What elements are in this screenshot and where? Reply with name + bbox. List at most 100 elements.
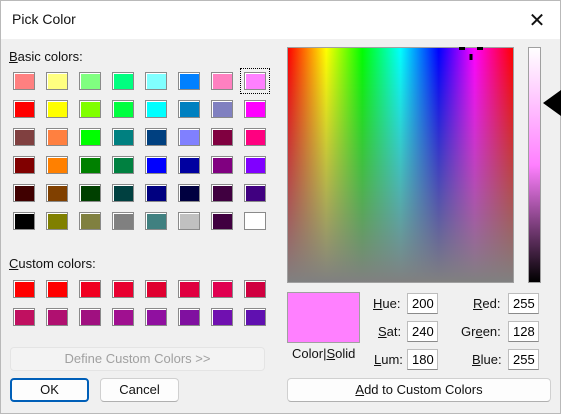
red-field[interactable]: 255 xyxy=(508,293,539,314)
basic-color-swatch[interactable] xyxy=(178,72,200,90)
basic-color-swatch[interactable] xyxy=(244,212,266,230)
basic-color-swatch[interactable] xyxy=(13,100,35,118)
hue-field[interactable]: 200 xyxy=(407,293,438,314)
crosshair-icon xyxy=(459,47,483,60)
color-solid-hotkey: S xyxy=(326,346,336,361)
custom-color-swatch[interactable] xyxy=(244,280,266,298)
window-title: Pick Color xyxy=(12,11,76,27)
basic-color-swatch[interactable] xyxy=(145,156,167,174)
basic-color-swatch[interactable] xyxy=(211,72,233,90)
basic-color-swatch[interactable] xyxy=(112,156,134,174)
custom-color-swatch[interactable] xyxy=(46,308,68,326)
custom-color-swatch[interactable] xyxy=(145,308,167,326)
basic-color-swatch[interactable] xyxy=(211,156,233,174)
basic-color-swatch[interactable] xyxy=(46,156,68,174)
basic-colors-label: Basic colors: xyxy=(9,49,83,64)
basic-color-swatch[interactable] xyxy=(46,128,68,146)
basic-color-swatch[interactable] xyxy=(13,156,35,174)
basic-color-swatch[interactable] xyxy=(211,100,233,118)
custom-color-swatch[interactable] xyxy=(211,280,233,298)
basic-color-swatch[interactable] xyxy=(145,128,167,146)
basic-color-swatch[interactable] xyxy=(211,128,233,146)
basic-color-swatch[interactable] xyxy=(112,212,134,230)
custom-color-swatch[interactable] xyxy=(13,308,35,326)
add-to-custom-colors-button[interactable]: Add to Custom Colors xyxy=(287,378,551,402)
custom-color-swatch[interactable] xyxy=(13,280,35,298)
custom-colors-label: Custom colors: xyxy=(9,256,96,271)
color-solid-label-b: olid xyxy=(335,346,356,361)
title-bar: Pick Color ✕ xyxy=(1,1,560,39)
lum-field[interactable]: 180 xyxy=(407,349,438,370)
basic-color-swatch[interactable] xyxy=(79,156,101,174)
basic-color-swatch[interactable] xyxy=(211,212,233,230)
close-icon[interactable]: ✕ xyxy=(524,7,550,33)
add-button-label: dd to Custom Colors xyxy=(364,382,483,397)
sat-field[interactable]: 240 xyxy=(407,321,438,342)
luminosity-arrow-icon[interactable] xyxy=(543,90,561,116)
basic-color-swatch[interactable] xyxy=(244,128,266,146)
basic-color-swatch[interactable] xyxy=(145,212,167,230)
basic-color-swatch[interactable] xyxy=(112,72,134,90)
basic-color-swatch[interactable] xyxy=(211,184,233,202)
basic-color-swatch[interactable] xyxy=(13,212,35,230)
red-label: Red: xyxy=(473,296,500,311)
custom-color-swatch[interactable] xyxy=(79,280,101,298)
custom-color-swatch[interactable] xyxy=(145,280,167,298)
custom-color-swatch[interactable] xyxy=(46,280,68,298)
blue-label: Blue: xyxy=(472,352,502,367)
hue-hotkey: H xyxy=(373,296,383,311)
blue-field[interactable]: 255 xyxy=(508,349,539,370)
sat-hotkey: S xyxy=(378,324,387,339)
red-hotkey: R xyxy=(473,296,483,311)
ok-button[interactable]: OK xyxy=(10,378,89,402)
basic-color-swatch[interactable] xyxy=(46,212,68,230)
custom-color-swatch[interactable] xyxy=(178,308,200,326)
basic-color-swatch[interactable] xyxy=(244,184,266,202)
custom-color-swatch[interactable] xyxy=(79,308,101,326)
basic-color-swatch[interactable] xyxy=(112,100,134,118)
basic-color-swatch[interactable] xyxy=(13,184,35,202)
basic-color-swatch[interactable] xyxy=(79,100,101,118)
basic-color-swatch[interactable] xyxy=(79,72,101,90)
custom-color-swatch[interactable] xyxy=(112,280,134,298)
basic-color-swatch[interactable] xyxy=(145,72,167,90)
basic-color-swatch[interactable] xyxy=(79,128,101,146)
basic-color-swatch[interactable] xyxy=(79,184,101,202)
basic-color-swatch[interactable] xyxy=(46,100,68,118)
basic-color-swatch[interactable] xyxy=(13,72,35,90)
sat-label: Sat: xyxy=(378,324,401,339)
selected-swatch-frame xyxy=(240,68,270,94)
hue-label-text: ue: xyxy=(382,296,401,311)
green-field[interactable]: 128 xyxy=(508,321,539,342)
cancel-button[interactable]: Cancel xyxy=(100,378,179,402)
basic-color-swatch[interactable] xyxy=(145,100,167,118)
basic-color-swatch[interactable] xyxy=(244,100,266,118)
blue-label-text: lue: xyxy=(480,352,502,367)
custom-color-swatch[interactable] xyxy=(244,308,266,326)
custom-color-swatch[interactable] xyxy=(112,308,134,326)
basic-color-swatch[interactable] xyxy=(145,184,167,202)
basic-color-swatch[interactable] xyxy=(79,212,101,230)
define-custom-colors-button[interactable]: Define Custom Colors >> xyxy=(10,347,265,371)
basic-color-swatch[interactable] xyxy=(112,128,134,146)
basic-color-swatch[interactable] xyxy=(13,128,35,146)
color-solid-preview xyxy=(287,292,360,343)
color-spectrum[interactable] xyxy=(287,47,514,283)
green-label-text: en: xyxy=(482,324,501,339)
blue-hotkey: B xyxy=(472,352,481,367)
basic-color-swatch[interactable] xyxy=(178,128,200,146)
basic-color-swatch[interactable] xyxy=(112,184,134,202)
basic-color-swatch[interactable] xyxy=(178,100,200,118)
green-hotkey: e xyxy=(475,324,483,339)
custom-color-swatch[interactable] xyxy=(178,280,200,298)
basic-color-swatch[interactable] xyxy=(178,184,200,202)
hue-label: Hue: xyxy=(373,296,400,311)
basic-color-swatch[interactable] xyxy=(178,212,200,230)
custom-color-swatch[interactable] xyxy=(211,308,233,326)
basic-color-swatch[interactable] xyxy=(46,184,68,202)
basic-color-swatch[interactable] xyxy=(244,156,266,174)
basic-color-swatch[interactable] xyxy=(178,156,200,174)
basic-color-swatch[interactable] xyxy=(46,72,68,90)
luminosity-bar[interactable] xyxy=(528,47,541,283)
custom-colors-label-text: ustom colors: xyxy=(18,256,96,271)
